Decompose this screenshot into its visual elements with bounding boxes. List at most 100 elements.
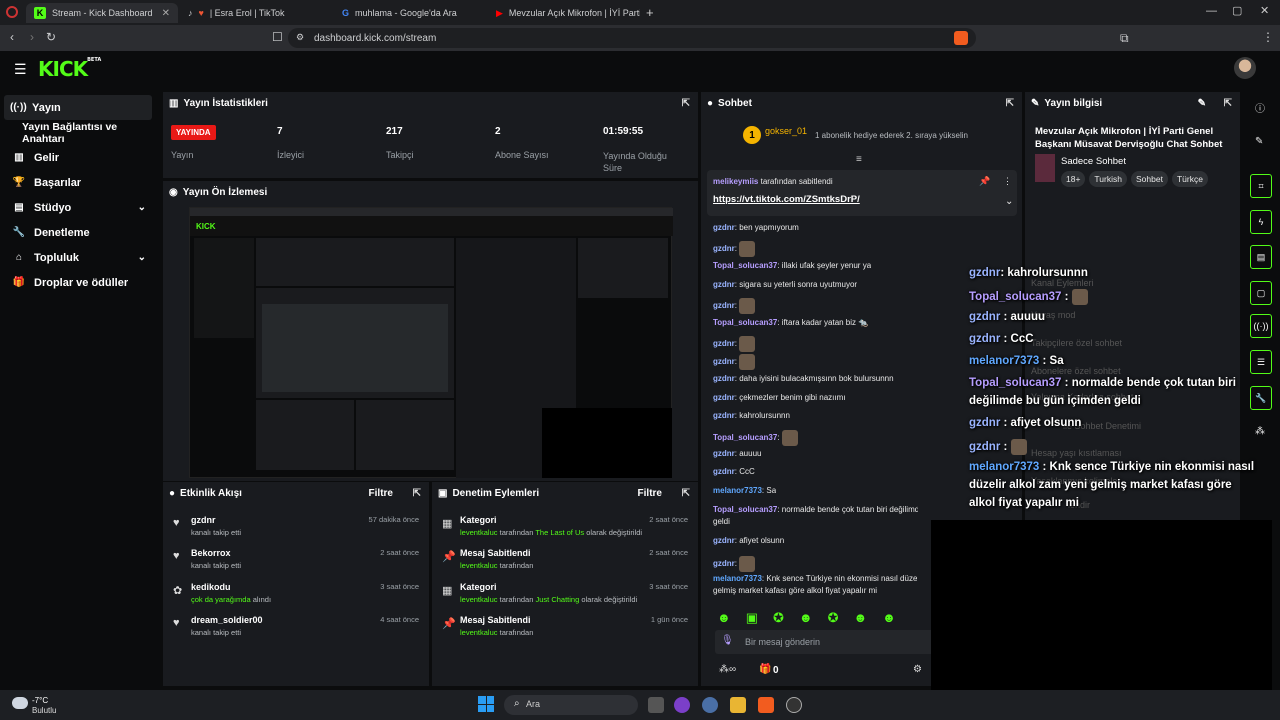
file-explorer-icon[interactable] (730, 697, 746, 713)
close-tab-icon[interactable]: ✕ (162, 8, 170, 19)
browser-menu-icon[interactable] (6, 6, 18, 18)
mod-tool-button[interactable]: 🔧 (1250, 386, 1272, 410)
chat-username[interactable]: Topal_solucan37 (713, 261, 777, 270)
chat-username[interactable]: Topal_solucan37 (713, 433, 777, 442)
popout-icon[interactable]: ⇱ (1006, 98, 1014, 109)
task-view-icon[interactable] (648, 697, 664, 713)
filter-button[interactable]: Filtre (369, 488, 393, 499)
filter-button[interactable]: Filtre (638, 488, 662, 499)
chat-username[interactable]: gzdnr (713, 393, 735, 402)
maximize-icon[interactable]: ▢ (1232, 4, 1242, 17)
reload-icon[interactable]: ↻ (46, 30, 56, 44)
settings-icon[interactable]: ⋮ (1262, 30, 1274, 44)
emote-icon[interactable]: ☻ (882, 610, 896, 626)
sidebar-item-gelir[interactable]: ▥ Gelir (0, 145, 160, 170)
weather-temp[interactable]: -7°C (32, 696, 48, 705)
activity-user[interactable]: kedikodu (191, 582, 231, 592)
sidebar-item-topluluk[interactable]: ⌂ Topluluk ⌄ (0, 245, 160, 270)
tag-chip[interactable]: Türkçe (1171, 171, 1208, 187)
sidebar-item-studyo[interactable]: ▤ Stüdyo ⌄ (0, 195, 160, 220)
user-avatar[interactable] (1234, 57, 1256, 79)
info-icon[interactable]: ⓘ (1255, 100, 1265, 115)
back-icon[interactable]: ‹ (10, 30, 14, 44)
brave-browser-icon[interactable] (758, 697, 774, 713)
chat-username[interactable]: gzdnr (713, 301, 735, 310)
app-icon[interactable] (674, 697, 690, 713)
popout-icon[interactable]: ⇱ (682, 98, 690, 109)
chat-username[interactable]: gzdnr (713, 280, 735, 289)
chat-username[interactable]: gzdnr (713, 223, 735, 232)
more-tools-icon[interactable]: ⁂ (1255, 426, 1265, 437)
brave-shield-icon[interactable] (954, 31, 968, 45)
microphone-icon[interactable]: 🎙 (721, 635, 734, 646)
obs-icon[interactable] (786, 697, 802, 713)
weather-label[interactable]: Bulutlu (32, 706, 56, 715)
forward-icon[interactable]: › (30, 30, 34, 44)
chat-username[interactable]: gzdnr (713, 449, 735, 458)
settings-app-icon[interactable] (702, 697, 718, 713)
address-bar-input[interactable]: ⚙ dashboard.kick.com/stream (288, 28, 976, 48)
extensions-icon[interactable]: ⧉ (1120, 31, 1129, 46)
hamburger-menu-icon[interactable]: ☰ (14, 61, 27, 78)
close-window-icon[interactable]: ✕ (1260, 4, 1269, 17)
tag-chip[interactable]: Turkish (1089, 171, 1127, 187)
emote-icon[interactable]: ▣ (746, 610, 758, 626)
stream-preview-video[interactable]: KICK (189, 207, 673, 478)
chat-username[interactable]: gzdnr (713, 559, 735, 568)
community-points-icon[interactable]: ⁂∞ (719, 664, 736, 675)
chat-username[interactable]: Topal_solucan37 (713, 318, 777, 327)
activity-user[interactable]: dream_soldier00 (191, 615, 263, 625)
popout-icon[interactable]: ⇱ (413, 488, 421, 499)
kick-logo[interactable]: KICKBETA (38, 57, 101, 81)
windows-start-icon[interactable] (478, 696, 494, 712)
tab-kick-dashboard[interactable]: K Stream - Kick Dashboard ✕ (26, 3, 178, 23)
bookmark-icon[interactable]: ☐ (272, 30, 283, 44)
tab-tiktok[interactable]: ♪ ♥ | Esra Erol | TikTok (180, 3, 332, 23)
chat-username[interactable]: gzdnr (713, 536, 735, 545)
pinned-link[interactable]: https://vt.tiktok.com/ZSmtksDrP/ (713, 194, 860, 205)
flash-button[interactable]: ϟ (1250, 210, 1272, 234)
chat-tool-button[interactable]: ▢ (1250, 281, 1272, 305)
category-name[interactable]: Sadece Sohbet (1061, 156, 1126, 167)
chat-username[interactable]: Topal_solucan37 (713, 505, 777, 514)
chat-username[interactable]: gzdnr (713, 357, 735, 366)
tag-chip[interactable]: Sohbet (1130, 171, 1168, 187)
sidebar-item-yayin[interactable]: ((·)) Yayın (4, 95, 152, 120)
pinned-by-user[interactable]: melikeymiis (713, 177, 758, 186)
emote-icon[interactable]: ✪ (828, 610, 839, 626)
emote-icon[interactable]: ✪ (773, 610, 784, 626)
more-options-icon[interactable]: ⋮ (1003, 176, 1012, 187)
chat-username[interactable]: melanor7373 (713, 574, 762, 583)
popout-icon[interactable]: ⇱ (682, 488, 690, 499)
chat-username[interactable]: melanor7373 (713, 486, 762, 495)
sidebar-item-droplar[interactable]: 🎁 Droplar ve ödüller (0, 270, 160, 295)
sidebar-item-stream-key[interactable]: Yayın Bağlantısı ve Anahtarı (0, 120, 160, 145)
tab-youtube[interactable]: ▶ Mevzular Açık Mikrofon | İYİ Parti Ge (488, 3, 640, 23)
chat-username[interactable]: gzdnr (713, 339, 735, 348)
popout-icon[interactable]: ⇱ (1224, 98, 1232, 109)
chat-username[interactable]: gzdnr (713, 244, 735, 253)
chevron-down-icon[interactable]: ⌄ (1005, 196, 1013, 207)
emote-icon[interactable]: ☻ (717, 610, 731, 626)
gift-sub-icon[interactable]: 🎁 (759, 664, 771, 675)
sidebar-item-basarilar[interactable]: 🏆 Başarılar (0, 170, 160, 195)
tag-chip[interactable]: 18+ (1061, 171, 1086, 187)
chat-settings-icon[interactable]: ⚙ (913, 664, 922, 675)
edit-icon[interactable]: ✎ (1198, 98, 1206, 109)
top-gifter-name[interactable]: gokser_01 (765, 126, 807, 136)
minimize-icon[interactable]: — (1206, 5, 1217, 17)
emote-icon[interactable]: ☻ (799, 610, 813, 626)
tab-google[interactable]: G muhlama - Google'da Ara (334, 3, 486, 23)
new-tab-button[interactable]: + (646, 5, 654, 20)
filter-lines-icon[interactable]: ≡ (856, 154, 862, 165)
notes-button[interactable]: ▤ (1250, 245, 1272, 269)
chat-username[interactable]: gzdnr (713, 467, 735, 476)
activity-user[interactable]: Bekorrox (191, 548, 231, 558)
sidebar-item-denetleme[interactable]: 🔧 Denetleme (0, 220, 160, 245)
camera-scene-button[interactable]: ⌗ (1250, 174, 1272, 198)
chat-username[interactable]: gzdnr (713, 374, 735, 383)
layout-tool-button[interactable]: ☰ (1250, 350, 1272, 374)
broadcast-tool-button[interactable]: ((·)) (1250, 314, 1272, 338)
activity-user[interactable]: gzdnr (191, 515, 216, 525)
site-info-icon[interactable]: ⚙ (296, 32, 304, 43)
